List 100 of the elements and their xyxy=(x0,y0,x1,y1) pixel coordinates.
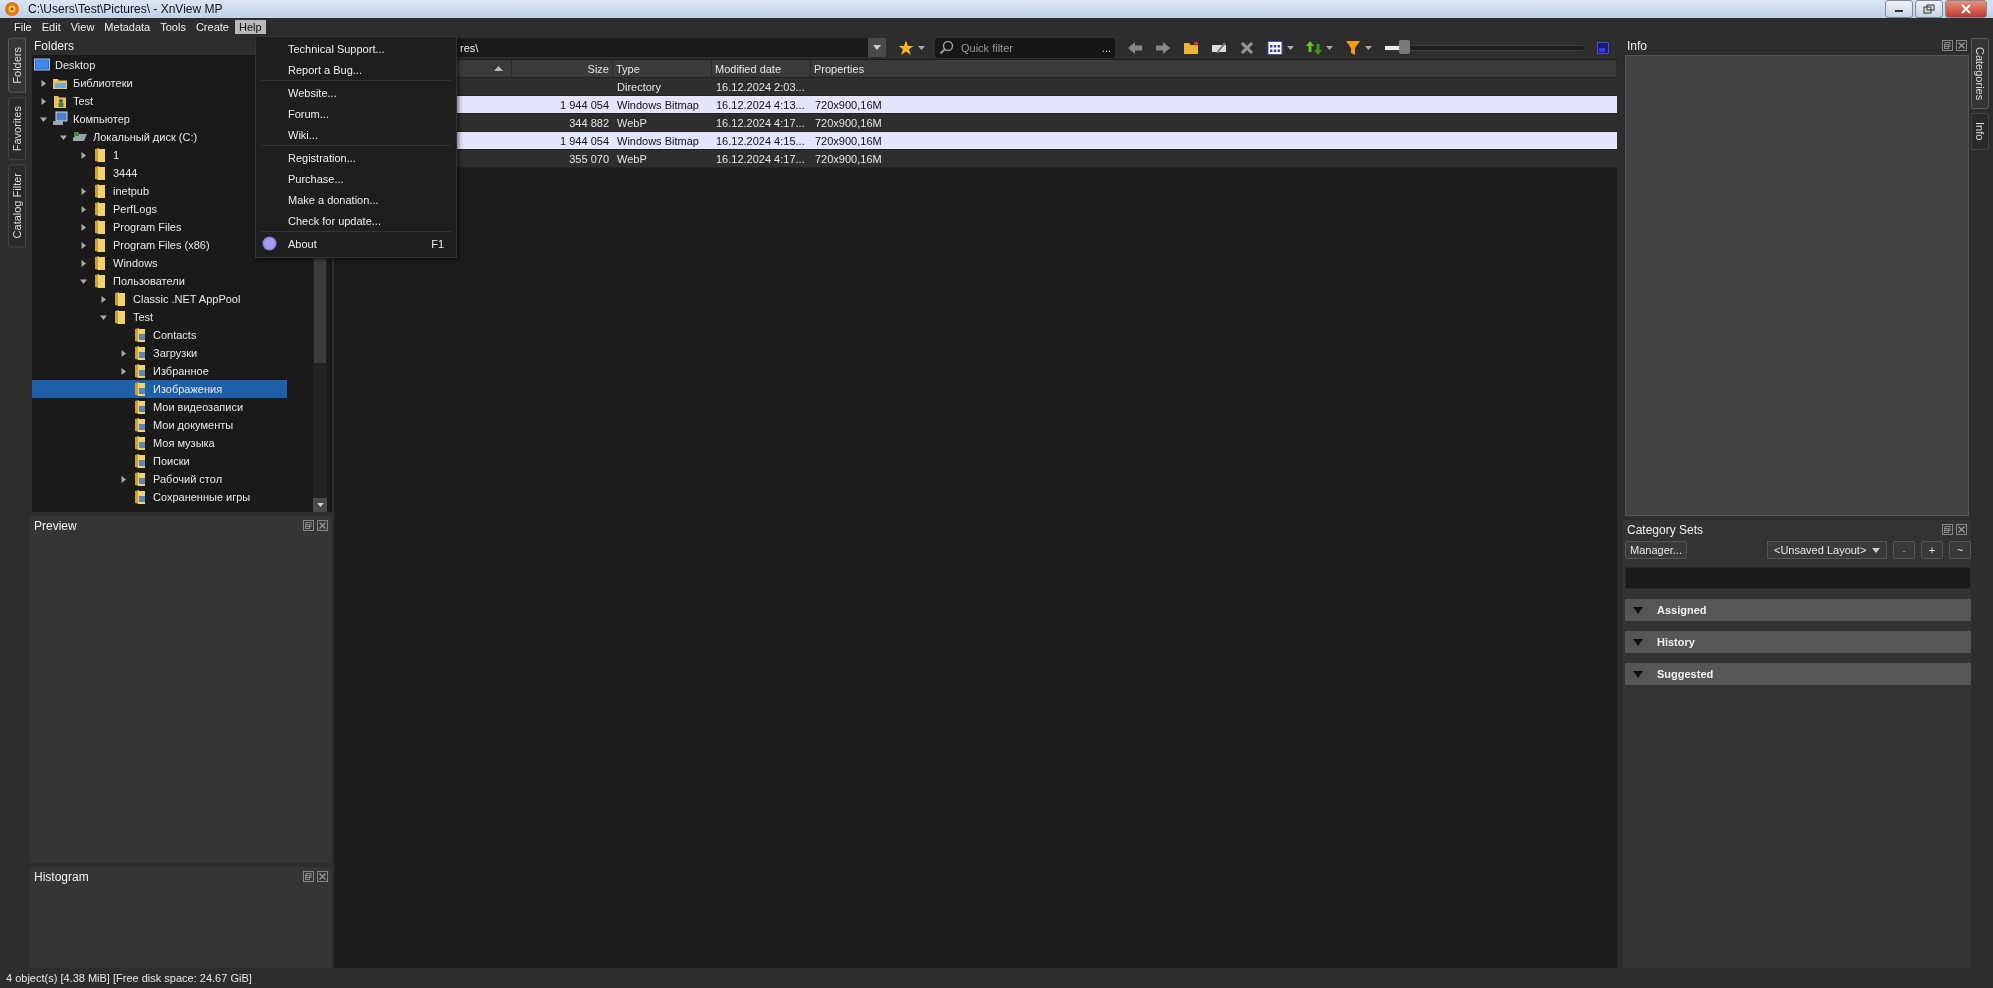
float-icon[interactable] xyxy=(303,871,314,882)
quick-filter-field[interactable]: Quick filter ... xyxy=(935,37,1115,58)
file-row[interactable]: Directory 16.12.2024 2:03... xyxy=(512,78,1617,96)
close-icon[interactable] xyxy=(317,871,328,882)
filter-options-button[interactable]: ... xyxy=(1101,41,1111,54)
menu-item[interactable]: Website... xyxy=(256,82,456,103)
tree-item[interactable]: Test xyxy=(133,311,154,323)
restore-button[interactable] xyxy=(1915,0,1943,18)
menu-item[interactable]: Forum... xyxy=(256,103,456,124)
section-header[interactable]: Suggested xyxy=(1625,663,1971,685)
caret-icon[interactable] xyxy=(1365,45,1372,50)
file-row[interactable]: 1 944 054 Windows Bitmap 16.12.2024 4:15... 720x900,16M xyxy=(512,132,1617,150)
tree-item[interactable]: Пользователи xyxy=(113,275,185,287)
tree-item[interactable]: Program Files xyxy=(113,221,182,233)
section-header[interactable]: History xyxy=(1625,631,1971,653)
tree-item[interactable]: Поиски xyxy=(153,455,190,467)
category-search-field[interactable] xyxy=(1625,567,1971,589)
menu-item[interactable]: Wiki... xyxy=(256,124,456,145)
menu-item[interactable]: About F1 xyxy=(256,233,456,254)
tree-item[interactable]: Мои документы xyxy=(153,419,234,431)
small-button[interactable]: ~ xyxy=(1949,541,1971,559)
tree-item[interactable]: Мои видеозаписи xyxy=(153,401,244,413)
help-icon xyxy=(262,236,277,251)
tree-item[interactable]: 1 xyxy=(113,149,120,161)
table-cell-text: 720x900,16M xyxy=(814,133,883,149)
forward-arrow-icon[interactable] xyxy=(1155,39,1171,56)
menu-item[interactable]: Metadata xyxy=(100,20,155,34)
menu-item[interactable]: Create xyxy=(191,20,233,34)
tree-item[interactable]: Загрузки xyxy=(153,347,198,359)
close-icon[interactable] xyxy=(1956,524,1967,535)
float-icon[interactable] xyxy=(1942,524,1953,535)
column-header[interactable]: Size xyxy=(512,60,613,77)
tree-item[interactable]: Избранное xyxy=(153,365,209,377)
side-tab[interactable]: Catalog Filter xyxy=(8,163,26,248)
side-tab[interactable]: Folders xyxy=(8,38,26,93)
menu-item[interactable]: Tools xyxy=(156,20,190,34)
tree-item[interactable]: Моя музыка xyxy=(153,437,215,449)
manager-button[interactable]: Manager... xyxy=(1625,541,1687,559)
column-header[interactable]: Properties xyxy=(811,60,1617,77)
slider-thumb[interactable] xyxy=(1398,39,1410,54)
small-button[interactable]: + xyxy=(1921,541,1943,559)
menu-item[interactable]: Purchase... xyxy=(256,168,456,189)
back-arrow-icon[interactable] xyxy=(1127,39,1143,56)
file-row[interactable]: 1 944 054 Windows Bitmap 16.12.2024 4:13... 720x900,16M xyxy=(512,96,1617,114)
tree-item[interactable]: Сохраненные игры xyxy=(153,491,251,503)
minimize-button[interactable] xyxy=(1885,0,1913,18)
folder-icon xyxy=(132,363,148,379)
menu-item[interactable]: Check for update... xyxy=(256,210,456,231)
menu-item[interactable]: File xyxy=(10,20,36,34)
desktop-icon xyxy=(34,57,50,73)
menu-item[interactable]: Edit xyxy=(37,20,65,34)
tree-item[interactable]: inetpub xyxy=(113,185,150,197)
caret-icon[interactable] xyxy=(1326,45,1333,50)
caret-icon[interactable] xyxy=(918,45,925,50)
side-tab[interactable]: Favorites xyxy=(8,96,26,160)
column-header[interactable]: Modified date xyxy=(712,60,811,77)
close-button[interactable] xyxy=(1945,0,1987,18)
float-icon[interactable] xyxy=(303,520,314,531)
restore-icon xyxy=(1923,4,1935,14)
side-tab[interactable]: Info xyxy=(1971,113,1989,150)
menu-item[interactable]: Report a Bug... xyxy=(256,59,456,80)
scroll-down-button[interactable] xyxy=(313,498,327,512)
tree-item[interactable]: Windows xyxy=(113,257,158,269)
caret-icon xyxy=(316,503,324,507)
grid-view-icon[interactable] xyxy=(1267,39,1283,56)
menu-item[interactable]: Registration... xyxy=(256,147,456,168)
delete-icon[interactable] xyxy=(1239,39,1255,56)
menu-item[interactable]: Make a donation... xyxy=(256,189,456,210)
column-header[interactable]: Type xyxy=(613,60,712,77)
menu-item[interactable]: View xyxy=(66,20,99,34)
menu-item[interactable]: Help xyxy=(234,20,266,34)
star-icon[interactable] xyxy=(898,39,914,56)
tree-item[interactable]: Desktop xyxy=(55,59,96,71)
tree-item[interactable]: Classic .NET AppPool xyxy=(133,293,241,305)
funnel-icon[interactable] xyxy=(1345,39,1361,56)
panel-title: Histogram xyxy=(34,869,89,884)
table-cell-text: 720x900,16M xyxy=(814,97,883,113)
table-cell-text: WebP xyxy=(616,151,648,167)
tree-item[interactable]: Рабочий стол xyxy=(153,473,223,485)
float-icon[interactable] xyxy=(1942,40,1953,51)
close-icon[interactable] xyxy=(317,520,328,531)
close-icon[interactable] xyxy=(1956,40,1967,51)
dropdown-button[interactable] xyxy=(868,38,886,57)
section-header[interactable]: Assigned xyxy=(1625,599,1971,621)
tree-item[interactable]: Локальный диск (C:) xyxy=(93,131,198,143)
file-row[interactable]: 344 882 WebP 16.12.2024 4:17... 720x900,16M xyxy=(512,114,1617,132)
tree-item[interactable]: Program Files (x86) xyxy=(113,239,210,251)
sort-arrows-icon[interactable] xyxy=(1306,39,1322,56)
tree-item[interactable]: 3444 xyxy=(113,167,138,179)
tree-item[interactable]: Contacts xyxy=(153,329,197,341)
side-tab[interactable]: Categories xyxy=(1971,38,1989,110)
tree-item[interactable]: PerfLogs xyxy=(113,203,158,215)
folder-icon[interactable] xyxy=(1183,39,1199,56)
tree-item[interactable]: Изображения xyxy=(153,383,223,395)
tree-item[interactable]: Библиотеки xyxy=(73,77,133,89)
tree-item[interactable]: Компьютер xyxy=(73,113,130,125)
tree-item[interactable]: Test xyxy=(73,95,94,107)
file-row[interactable]: 355 070 WebP 16.12.2024 4:17... 720x900,16M xyxy=(512,150,1617,168)
caret-icon[interactable] xyxy=(1287,45,1294,50)
layout-dropdown[interactable]: <Unsaved Layout> xyxy=(1767,541,1887,559)
